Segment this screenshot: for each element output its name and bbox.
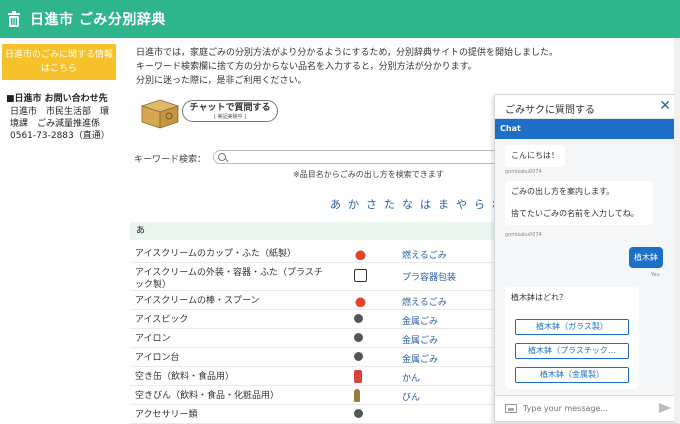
intro-text: 日進市では，家庭ごみの分別方法がより分かるようにするため，分別辞典サイトの提供を… xyxy=(136,46,676,88)
contact-heading: ■日進市 お問い合わせ先 xyxy=(6,94,108,104)
bottle-icon xyxy=(354,389,360,402)
message-sender: gomisaku0074 xyxy=(505,169,542,175)
close-icon[interactable]: ✕ xyxy=(659,98,671,114)
chat-messages: こんにちは！ gomisaku0074 ごみの出し方を案内します。 捨てたいごみ… xyxy=(495,139,679,395)
fire-icon xyxy=(354,294,367,307)
option-button[interactable]: 植木鉢（プラスチック… xyxy=(515,343,629,359)
kana-link[interactable]: は xyxy=(420,196,431,212)
app-header: 日進市 ごみ分別辞典 xyxy=(0,0,680,38)
send-icon[interactable] xyxy=(659,403,671,413)
item-name: 空きびん（飲料・食品・化粧品用） xyxy=(135,391,280,401)
category-link[interactable]: 燃えるごみ xyxy=(402,248,447,261)
chat-bar: Chat xyxy=(495,119,679,139)
option-button[interactable]: 植木鉢（金属製） xyxy=(515,367,629,383)
kana-link[interactable]: あ xyxy=(330,196,341,212)
intro-line: 日進市では，家庭ごみの分別方法がより分かるようにするため，分別辞典サイトの提供を… xyxy=(136,48,559,58)
intro-line: 分別に迷った際に，是非ご利用ください。 xyxy=(136,76,307,86)
page-scrollbar[interactable] xyxy=(674,38,680,422)
recycle-icon xyxy=(354,269,367,282)
search-hint: ※品目名からごみの出し方を検索できます xyxy=(293,170,444,179)
cardboard-box-icon xyxy=(140,99,180,129)
chat-message-input[interactable] xyxy=(523,401,653,417)
message-sender: gomisaku0074 xyxy=(505,232,542,238)
chat-link-sub: [ 実証実験中 ] xyxy=(213,114,247,120)
category-link[interactable]: プラ容器包装 xyxy=(402,270,456,283)
chat-input-bar xyxy=(495,395,679,421)
keyword-search-input[interactable] xyxy=(213,150,513,164)
keyword-label: キーワード検索： xyxy=(134,155,207,165)
item-name: アイスクリームの外装・容器・ふた（プラスチック製） xyxy=(135,268,323,290)
kana-link[interactable]: な xyxy=(402,196,413,212)
bot-message-line: 捨てたいごみの名前を入力してね。 xyxy=(511,209,639,218)
category-link[interactable]: 金属ごみ xyxy=(402,333,438,346)
can-icon xyxy=(354,370,362,383)
kana-link[interactable]: た xyxy=(384,196,395,212)
item-name: アイロン xyxy=(135,334,171,344)
chat-widget: ごみサクに質問する ✕ Chat こんにちは！ gomisaku0074 ごみの… xyxy=(494,94,680,422)
search-icon xyxy=(218,153,226,161)
option-button[interactable]: 植木鉢（ガラス製） xyxy=(515,319,629,335)
bot-message: ごみの出し方を案内します。 捨てたいごみの名前を入力してね。 xyxy=(505,181,653,225)
kana-link[interactable]: さ xyxy=(366,196,377,212)
intro-line: キーワード検索欄に捨て方の分からない品名を入力すると，分別方法が分かります。 xyxy=(136,62,477,72)
category-link[interactable]: かん xyxy=(402,371,420,384)
message-sender-you: You xyxy=(651,272,660,278)
category-link[interactable]: びん xyxy=(402,390,420,403)
kana-link[interactable]: か xyxy=(348,196,359,212)
chat-title: ごみサクに質問する xyxy=(505,105,595,116)
metal-icon xyxy=(354,352,363,361)
category-link[interactable]: 金属ごみ xyxy=(402,314,438,327)
item-name: アイロン台 xyxy=(135,353,180,363)
bot-message: こんにちは！ xyxy=(505,145,565,167)
item-name: アイスクリームの棒・スプーン xyxy=(135,296,260,306)
item-name: アイスピック xyxy=(135,315,189,325)
category-link[interactable]: 燃えるごみ xyxy=(402,295,447,308)
user-message: 植木鉢 xyxy=(629,247,663,268)
sidebar: 日進市のごみに関する情報はこちら ■日進市 お問い合わせ先 日進市 市民生活部 … xyxy=(0,38,118,422)
fire-icon xyxy=(354,247,367,260)
contact-details: 日進市 市民生活部 環境課 ごみ減量推進係 0561-73-2883（直通） xyxy=(10,107,110,141)
item-name: 空き缶（飲料・食品用） xyxy=(135,372,235,382)
image-upload-icon[interactable] xyxy=(505,404,517,413)
metal-icon xyxy=(354,314,363,323)
item-name: アイスクリームのカップ・ふた（紙製） xyxy=(135,249,297,259)
metal-icon xyxy=(354,333,363,342)
kana-index-nav: あ か さ た な は ま や ら わ xyxy=(330,196,503,212)
trash-can-icon xyxy=(8,11,20,27)
chat-link-label: チャットで質問する xyxy=(189,103,271,113)
category-link[interactable]: 金属ごみ xyxy=(402,352,438,365)
app-title: 日進市 ごみ分別辞典 xyxy=(30,12,166,28)
kana-link[interactable]: ら xyxy=(474,196,485,212)
metal-icon xyxy=(354,409,363,418)
chat-question-link[interactable]: チャットで質問する [ 実証実験中 ] xyxy=(138,96,288,132)
chat-speech-bubble[interactable]: チャットで質問する [ 実証実験中 ] xyxy=(182,100,278,122)
bot-message-line: ごみの出し方を案内します。 xyxy=(511,187,615,196)
chat-header: ごみサクに質問する ✕ xyxy=(495,95,679,119)
city-garbage-info-button[interactable]: 日進市のごみに関する情報はこちら xyxy=(2,44,116,80)
kana-link[interactable]: ま xyxy=(438,196,449,212)
kana-link[interactable]: や xyxy=(456,196,467,212)
item-name: アクセサリー類 xyxy=(135,410,198,420)
bot-question-text: 植木鉢はどれ？ xyxy=(511,293,567,302)
